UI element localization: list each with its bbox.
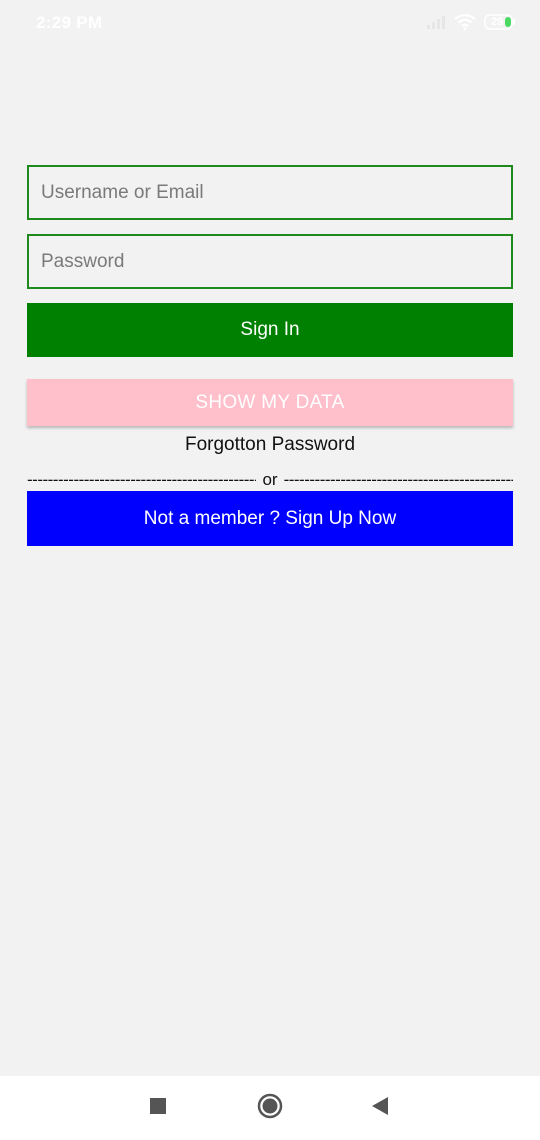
sign-in-label: Sign In bbox=[240, 319, 300, 340]
back-button[interactable] bbox=[350, 1076, 410, 1140]
sign-in-button[interactable]: Sign In bbox=[27, 303, 513, 357]
battery-icon: 29 bbox=[484, 14, 516, 30]
back-triangle-icon bbox=[371, 1096, 389, 1121]
recents-button[interactable] bbox=[128, 1076, 188, 1140]
show-my-data-button[interactable]: SHOW MY DATA bbox=[27, 379, 513, 426]
or-divider: ----------------------------------------… bbox=[27, 470, 513, 490]
home-button[interactable] bbox=[240, 1076, 300, 1140]
password-input[interactable] bbox=[27, 234, 513, 289]
sign-up-button[interactable]: Not a member ? Sign Up Now bbox=[27, 491, 513, 546]
divider-line-left: ----------------------------------------… bbox=[27, 470, 257, 489]
recents-square-icon bbox=[149, 1097, 167, 1120]
status-time: 2:29 PM bbox=[36, 13, 103, 32]
sign-up-label: Not a member ? Sign Up Now bbox=[143, 507, 397, 529]
username-input[interactable] bbox=[27, 165, 513, 220]
wifi-icon bbox=[454, 14, 476, 30]
forgot-password-link[interactable]: Forgotton Password bbox=[0, 434, 540, 456]
divider-or-text: or bbox=[262, 470, 278, 489]
show-my-data-label: SHOW MY DATA bbox=[195, 391, 345, 413]
status-icons: 29 bbox=[426, 14, 516, 30]
battery-level: 29 bbox=[491, 16, 504, 28]
status-bar: 2:29 PM 29 bbox=[0, 0, 540, 48]
forgot-password-label: Forgotton Password bbox=[184, 434, 356, 455]
signal-icon bbox=[426, 15, 446, 29]
home-circle-icon bbox=[257, 1093, 283, 1124]
navigation-bar bbox=[0, 1076, 540, 1140]
divider-line-right: ----------------------------------------… bbox=[283, 470, 513, 489]
